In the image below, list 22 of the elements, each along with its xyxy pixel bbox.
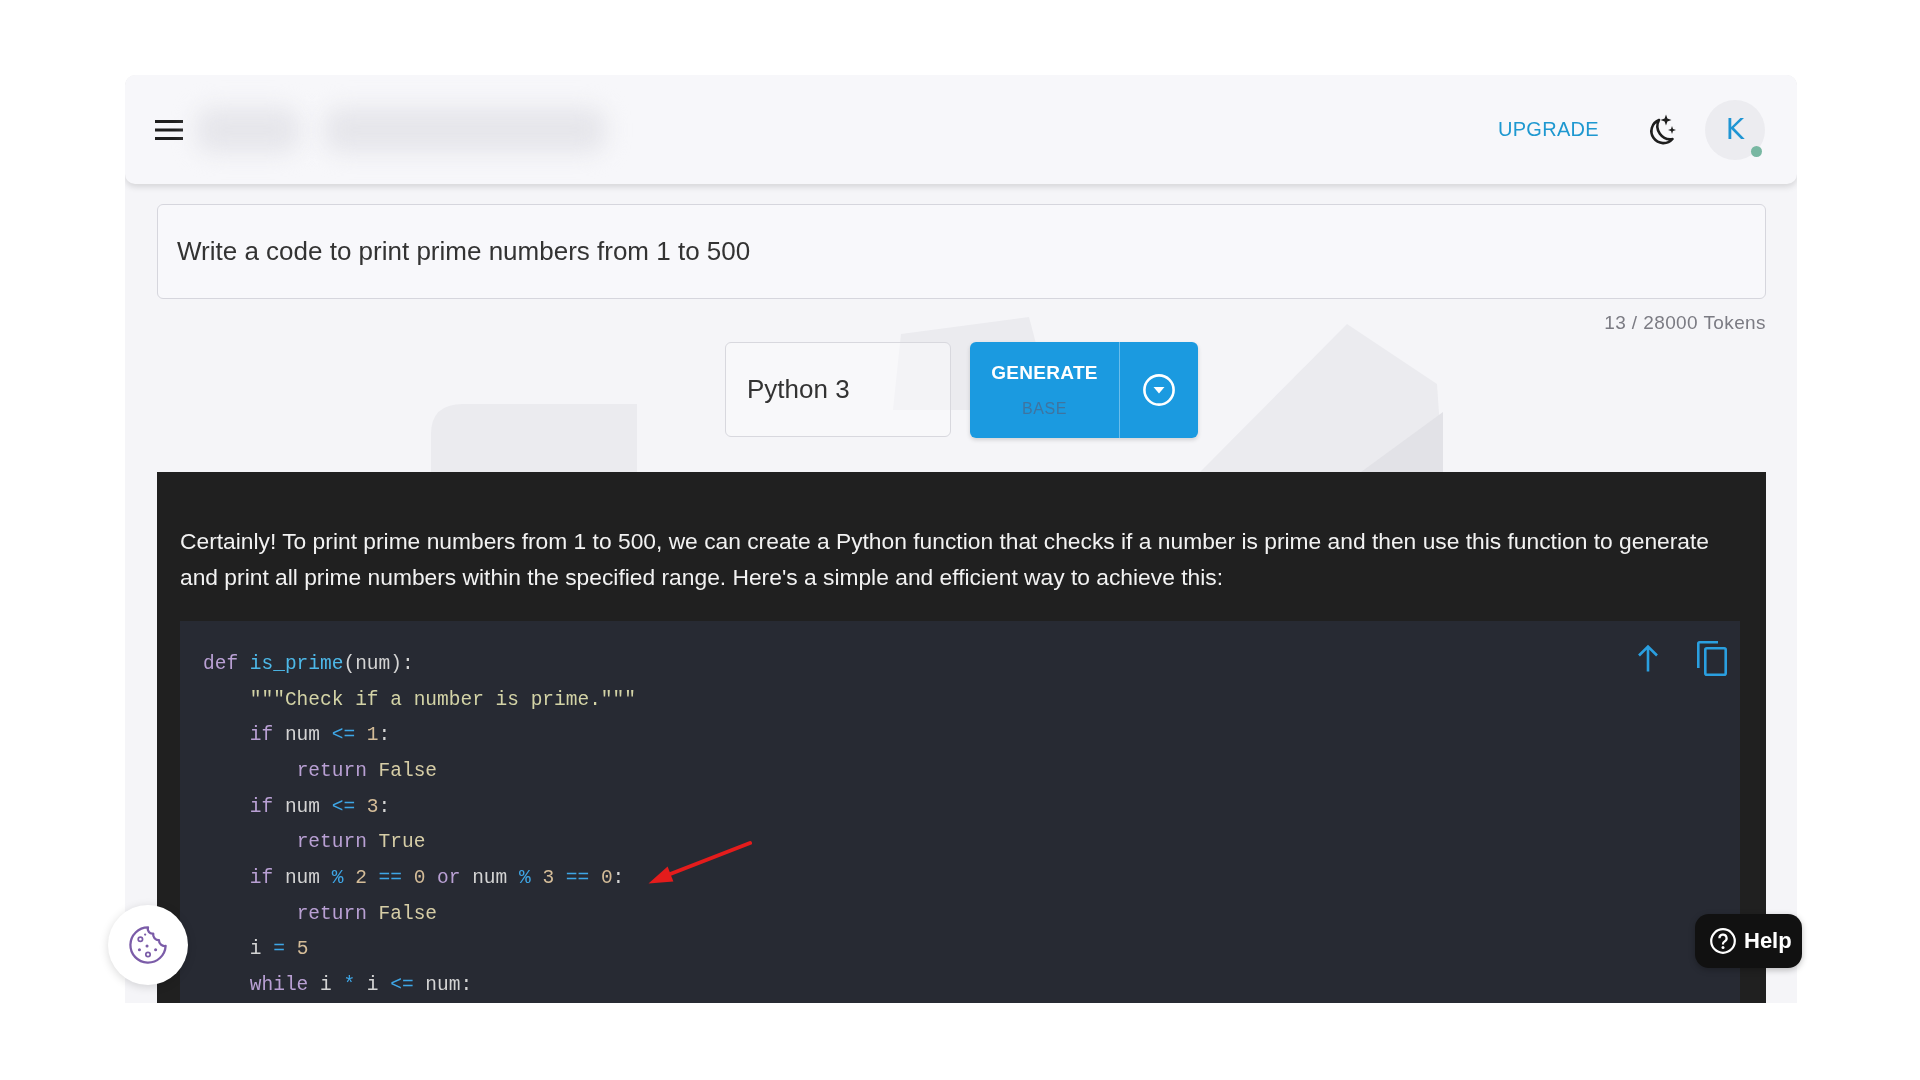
help-button[interactable]: Help xyxy=(1695,914,1802,968)
cookie-icon xyxy=(128,925,168,965)
caret-circle-icon xyxy=(1143,374,1175,406)
copy-icon[interactable] xyxy=(1696,640,1727,676)
code-line: return False xyxy=(296,759,438,782)
help-icon xyxy=(1710,928,1736,954)
language-select[interactable]: Python 3 xyxy=(725,342,951,437)
code-line: if num % 2 == 0 or num % 3 == 0: xyxy=(249,867,625,889)
prompt-field[interactable]: Write a code to print prime numbers from 1 to 500 xyxy=(157,204,1766,299)
code-line: if num <= 3: xyxy=(249,795,391,818)
code-line: """Check if a number is prime.""" xyxy=(249,688,636,711)
dropdown-button[interactable] xyxy=(1119,342,1198,438)
arrow-up-icon[interactable] xyxy=(1637,644,1659,672)
menu-icon[interactable] xyxy=(154,118,184,141)
code-line: while i * i <= num: xyxy=(249,974,473,997)
code-line: i = 5 xyxy=(249,938,309,961)
code-line: return False xyxy=(296,902,438,925)
code-line: if num <= 1: xyxy=(249,724,391,747)
token-count: 13 / 28000 Tokens xyxy=(1604,311,1766,335)
code-line: return True xyxy=(296,831,426,854)
response-text: Certainly! To print prime numbers from 1 to 500, we can create a Python function that checks if a number is prime and then use this function to generate and print all prime numbers within the specified range. Here's a simple and efficient way to achieve this: xyxy=(180,527,1711,592)
code-line: def is_prime(num): xyxy=(203,652,414,675)
